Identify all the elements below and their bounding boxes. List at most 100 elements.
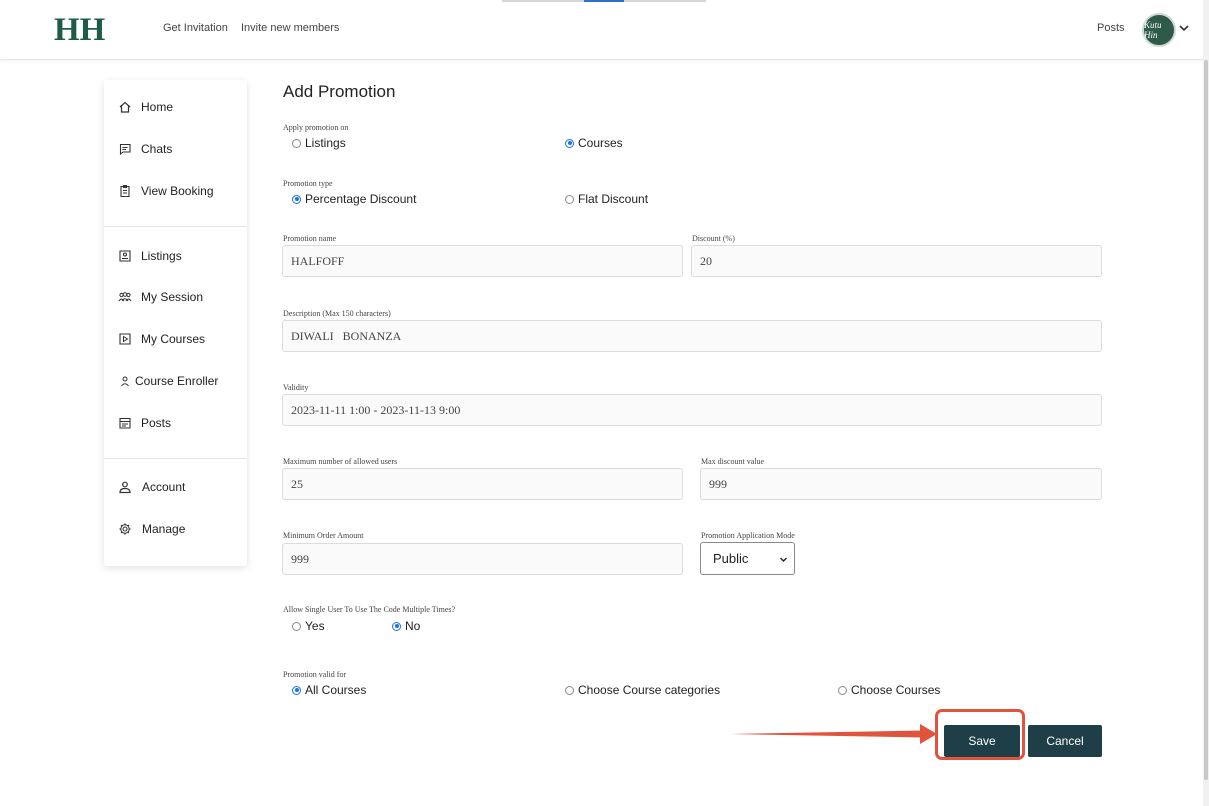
nav-posts[interactable]: Posts: [1097, 22, 1125, 34]
radio-listings[interactable]: Listings: [292, 136, 346, 150]
sidebar-item-label: Home: [141, 100, 174, 114]
application-mode-label: Promotion Application Mode: [701, 531, 795, 540]
sidebar-item-home[interactable]: Home: [104, 92, 247, 122]
radio-label: Yes: [305, 619, 325, 633]
input-value: HALFOFF: [291, 253, 345, 268]
application-mode-select[interactable]: Public: [700, 542, 795, 575]
radio-courses[interactable]: Courses: [565, 136, 623, 150]
max-users-label: Maximum number of allowed users: [283, 457, 398, 466]
save-button[interactable]: Save: [944, 725, 1020, 757]
chevron-down-icon[interactable]: [1178, 22, 1190, 34]
radio-multi-use-no[interactable]: No: [392, 619, 420, 633]
input-value: 999: [291, 551, 309, 566]
sidebar-divider: [104, 226, 247, 227]
max-discount-label: Max discount value: [701, 457, 765, 466]
chat-icon: [119, 143, 131, 156]
radio-dot: [292, 621, 301, 631]
user-icon: [121, 376, 129, 387]
radio-dot: [838, 685, 847, 695]
sidebar-item-view-booking[interactable]: View Booking: [104, 176, 247, 206]
valid-for-label: Promotion valid for: [283, 670, 347, 679]
sidebar-item-course-enroller[interactable]: Course Enroller: [104, 366, 247, 396]
radio-label: Choose Courses: [851, 683, 941, 697]
clipboard-icon: [120, 184, 130, 198]
nav-get-invitation[interactable]: Get Invitation: [163, 22, 228, 34]
group-icon: [118, 292, 132, 302]
description-input[interactable]: DIWALI BONANZA: [282, 320, 1102, 352]
chevron-down-icon: [780, 557, 787, 562]
radio-dot-selected: [565, 138, 574, 148]
radio-choose-course-categories[interactable]: Choose Course categories: [565, 683, 720, 697]
top-navbar: HH Get Invitation Invite new members Pos…: [0, 0, 1209, 60]
min-order-label: Minimum Order Amount: [283, 531, 364, 540]
sidebar-item-label: My Session: [141, 290, 204, 304]
discount-input[interactable]: 20: [691, 245, 1102, 277]
page-title: Add Promotion: [283, 82, 396, 101]
min-order-input[interactable]: 999: [282, 543, 683, 575]
sidebar-item-label: Course Enroller: [135, 374, 219, 388]
input-value: 2023-11-11 1:00 - 2023-11-13 9:00: [291, 402, 461, 417]
annotation-arrow-icon: [730, 724, 937, 744]
sidebar-item-label: Chats: [141, 142, 173, 156]
input-value: 999: [709, 476, 727, 491]
sidebar-item-listings[interactable]: Listings: [104, 241, 247, 271]
radio-dot-selected: [292, 685, 301, 695]
scrollbar-thumb[interactable]: [1204, 60, 1208, 780]
sidebar-item-my-courses[interactable]: My Courses: [104, 324, 247, 354]
radio-dot-selected: [292, 194, 301, 204]
cancel-button[interactable]: Cancel: [1028, 725, 1102, 757]
sidebar: Home Chats View Booking Listings My Sess…: [104, 80, 247, 566]
sidebar-item-chats[interactable]: Chats: [104, 134, 247, 164]
sidebar-item-label: Manage: [142, 522, 186, 536]
max-discount-input[interactable]: 999: [700, 468, 1102, 500]
nav-invite-members[interactable]: Invite new members: [241, 22, 339, 34]
validity-label: Validity: [283, 383, 309, 392]
multi-use-label: Allow Single User To Use The Code Multip…: [283, 605, 456, 614]
sidebar-item-label: Posts: [141, 416, 172, 430]
radio-label: Choose Course categories: [578, 683, 721, 697]
avatar[interactable]: Kutu Hin: [1142, 13, 1176, 47]
radio-choose-courses[interactable]: Choose Courses: [838, 683, 940, 697]
radio-label: Listings: [305, 136, 346, 150]
brand-logo[interactable]: HH: [54, 12, 105, 49]
avatar-text: Kutu Hin: [1144, 20, 1162, 40]
radio-all-courses[interactable]: All Courses: [292, 683, 366, 697]
radio-label: All Courses: [305, 683, 367, 697]
radio-label: Courses: [578, 136, 623, 150]
sidebar-item-manage[interactable]: Manage: [104, 514, 247, 544]
radio-label: Percentage Discount: [305, 192, 417, 206]
gear-icon: [119, 523, 131, 535]
sidebar-item-account[interactable]: Account: [104, 472, 247, 502]
description-label: Description (Max 150 characters): [283, 309, 391, 318]
sidebar-item-label: My Courses: [141, 332, 206, 346]
select-value: Public: [713, 551, 749, 566]
radio-flat-discount[interactable]: Flat Discount: [565, 192, 648, 206]
radio-percentage-discount[interactable]: Percentage Discount: [292, 192, 416, 206]
discount-label: Discount (%): [692, 234, 735, 243]
tab-strip-active: [584, 0, 624, 2]
sidebar-item-label: View Booking: [141, 184, 214, 198]
play-icon: [119, 333, 131, 345]
sidebar-item-posts[interactable]: Posts: [104, 408, 247, 438]
validity-input[interactable]: 2023-11-11 1:00 - 2023-11-13 9:00: [282, 394, 1102, 426]
radio-label: No: [405, 619, 421, 633]
promotion-name-input[interactable]: HALFOFF: [282, 245, 683, 277]
sidebar-item-label: Listings: [141, 249, 182, 263]
input-value: DIWALI BONANZA: [291, 328, 402, 343]
radio-dot-selected: [392, 621, 401, 631]
promotion-name-label: Promotion name: [283, 234, 337, 243]
radio-label: Flat Discount: [578, 192, 649, 206]
radio-multi-use-yes[interactable]: Yes: [292, 619, 325, 633]
sidebar-item-my-session[interactable]: My Session: [104, 282, 247, 312]
radio-dot: [292, 138, 301, 148]
max-users-input[interactable]: 25: [282, 468, 683, 500]
radio-dot: [565, 685, 574, 695]
account-icon: [119, 481, 131, 494]
input-value: 25: [291, 476, 303, 491]
input-value: 20: [700, 253, 712, 268]
promotion-type-label: Promotion type: [283, 179, 333, 188]
sidebar-item-label: Account: [142, 480, 186, 494]
sidebar-divider: [104, 458, 247, 459]
posts-icon: [119, 417, 131, 429]
home-icon: [119, 101, 131, 113]
